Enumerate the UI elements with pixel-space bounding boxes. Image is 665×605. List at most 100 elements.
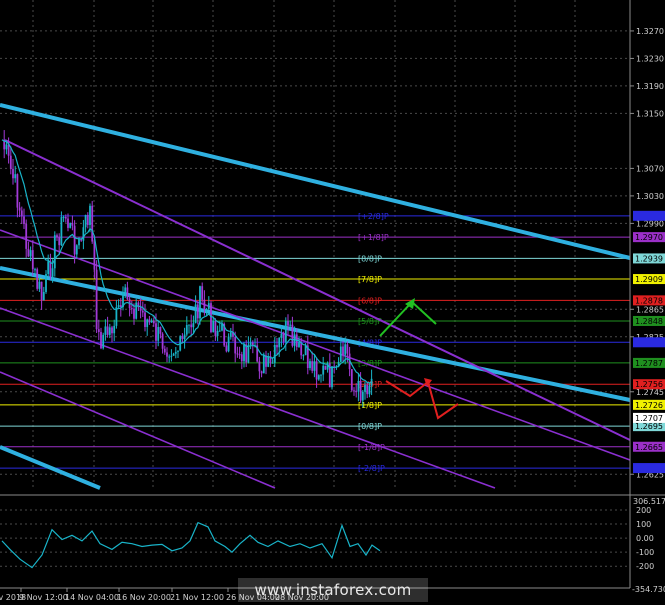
candle-body <box>291 324 294 346</box>
candle-body <box>53 235 56 269</box>
indicator-tick-label: 200 <box>636 506 651 515</box>
cci-line <box>1 521 381 569</box>
arrow-down-path <box>385 380 459 420</box>
candle-body <box>42 292 45 301</box>
candle-body <box>124 287 127 293</box>
candle-body <box>12 168 14 179</box>
candle-body <box>168 356 171 358</box>
candle-body <box>71 222 74 226</box>
time-tick-label: 21 Nov 12:00 <box>170 593 224 602</box>
level-price-text: 1.2909 <box>635 275 663 284</box>
candle-body <box>203 299 206 310</box>
candle-body <box>133 308 135 319</box>
channel-line-low <box>0 307 496 489</box>
ma-line <box>1 139 372 384</box>
candle-body <box>73 225 76 255</box>
candle-body <box>366 384 369 395</box>
price-tick-label: 1.2865 <box>636 305 664 314</box>
candle-body <box>192 323 195 328</box>
candle-body <box>260 371 263 374</box>
candle-body <box>20 210 23 217</box>
candle-body <box>342 346 344 355</box>
time-tick-label: 14 Nov 04:00 <box>65 593 119 602</box>
moving-average <box>1 139 372 384</box>
candle-body <box>262 355 265 374</box>
time-tick-label: 9 Nov 12:00 <box>19 593 68 602</box>
level-price-tag <box>633 210 665 221</box>
candle-body <box>280 333 283 338</box>
price-tick-label: 1.3070 <box>636 164 664 173</box>
candle-body <box>113 325 116 334</box>
candle-body <box>201 286 204 300</box>
candle-body <box>196 304 199 319</box>
channel-line-bottom <box>0 371 276 489</box>
candle-body <box>194 304 197 324</box>
candle-body <box>150 320 153 323</box>
level-label: [1/8]P <box>358 401 382 410</box>
candle-body <box>75 245 78 255</box>
candle-body <box>267 356 270 367</box>
watermark: www.instaforex.com <box>238 578 428 602</box>
indicator-tick-label: 100 <box>636 520 651 529</box>
candle-body <box>141 310 144 313</box>
candle-body <box>89 205 91 225</box>
candle-body <box>287 321 289 326</box>
candle-body <box>14 174 17 179</box>
candle-body <box>27 248 30 257</box>
price-tick-label: 1.3230 <box>636 54 664 63</box>
candle-body <box>298 342 300 347</box>
candle-body <box>216 330 219 336</box>
candle-body <box>236 353 239 355</box>
lower-trend-line <box>0 445 101 490</box>
candle-body <box>181 336 184 340</box>
candle-body <box>284 321 287 342</box>
candle-body <box>188 324 190 326</box>
candle-body <box>207 303 210 310</box>
level-price-tag <box>633 463 665 474</box>
candle-body <box>40 281 43 301</box>
candle-body <box>229 332 232 337</box>
chart-canvas: [+2/8]P[+1/8]P[8/8]P[7/8]P[6/8]P[5/8]P[4… <box>0 0 665 602</box>
candle-body <box>51 268 54 277</box>
level-price-text: 1.2756 <box>635 380 663 389</box>
level-label: [-2/8]P <box>358 464 385 473</box>
candle-body <box>309 361 311 369</box>
candle-body <box>289 324 292 326</box>
candle-body <box>91 205 94 242</box>
candle-body <box>225 345 228 352</box>
candle-body <box>240 354 243 362</box>
candle-body <box>300 342 303 356</box>
candle-body <box>276 344 278 348</box>
candle-body <box>144 312 146 327</box>
candle-body <box>47 261 50 275</box>
indicator-bottom-value: -354.7300 <box>632 585 665 594</box>
level-price-text: 1.2726 <box>635 401 663 410</box>
candle-body <box>56 235 58 238</box>
candle-body <box>155 323 157 341</box>
time-tick-label: 16 Nov 20:00 <box>117 593 171 602</box>
candle-body <box>238 354 241 356</box>
candle-body <box>205 309 208 311</box>
current-price-text: 1.2707 <box>635 414 663 423</box>
price-tags: 1.2970 1.2939 1.2909 1.2878 1.2848 1.2787 1.27… <box>633 210 665 474</box>
candle-body <box>271 362 274 364</box>
candle-body <box>25 223 28 249</box>
arrow-up-path <box>379 300 437 337</box>
candle-body <box>320 374 322 376</box>
candle-body <box>135 302 138 319</box>
level-label: [0/8]P <box>358 422 382 431</box>
candle-body <box>368 385 371 395</box>
candle-body <box>97 329 100 333</box>
candle-body <box>361 391 364 401</box>
candle-body <box>322 365 325 375</box>
candle-body <box>170 355 173 357</box>
candle-body <box>104 326 107 335</box>
candle-body <box>353 390 355 392</box>
candle-body <box>45 274 47 293</box>
candle-body <box>190 324 193 328</box>
candle-body <box>357 380 360 392</box>
candle-body <box>93 241 96 270</box>
candle-body <box>278 337 281 348</box>
candle-body <box>273 344 276 363</box>
candle-body <box>359 380 362 401</box>
